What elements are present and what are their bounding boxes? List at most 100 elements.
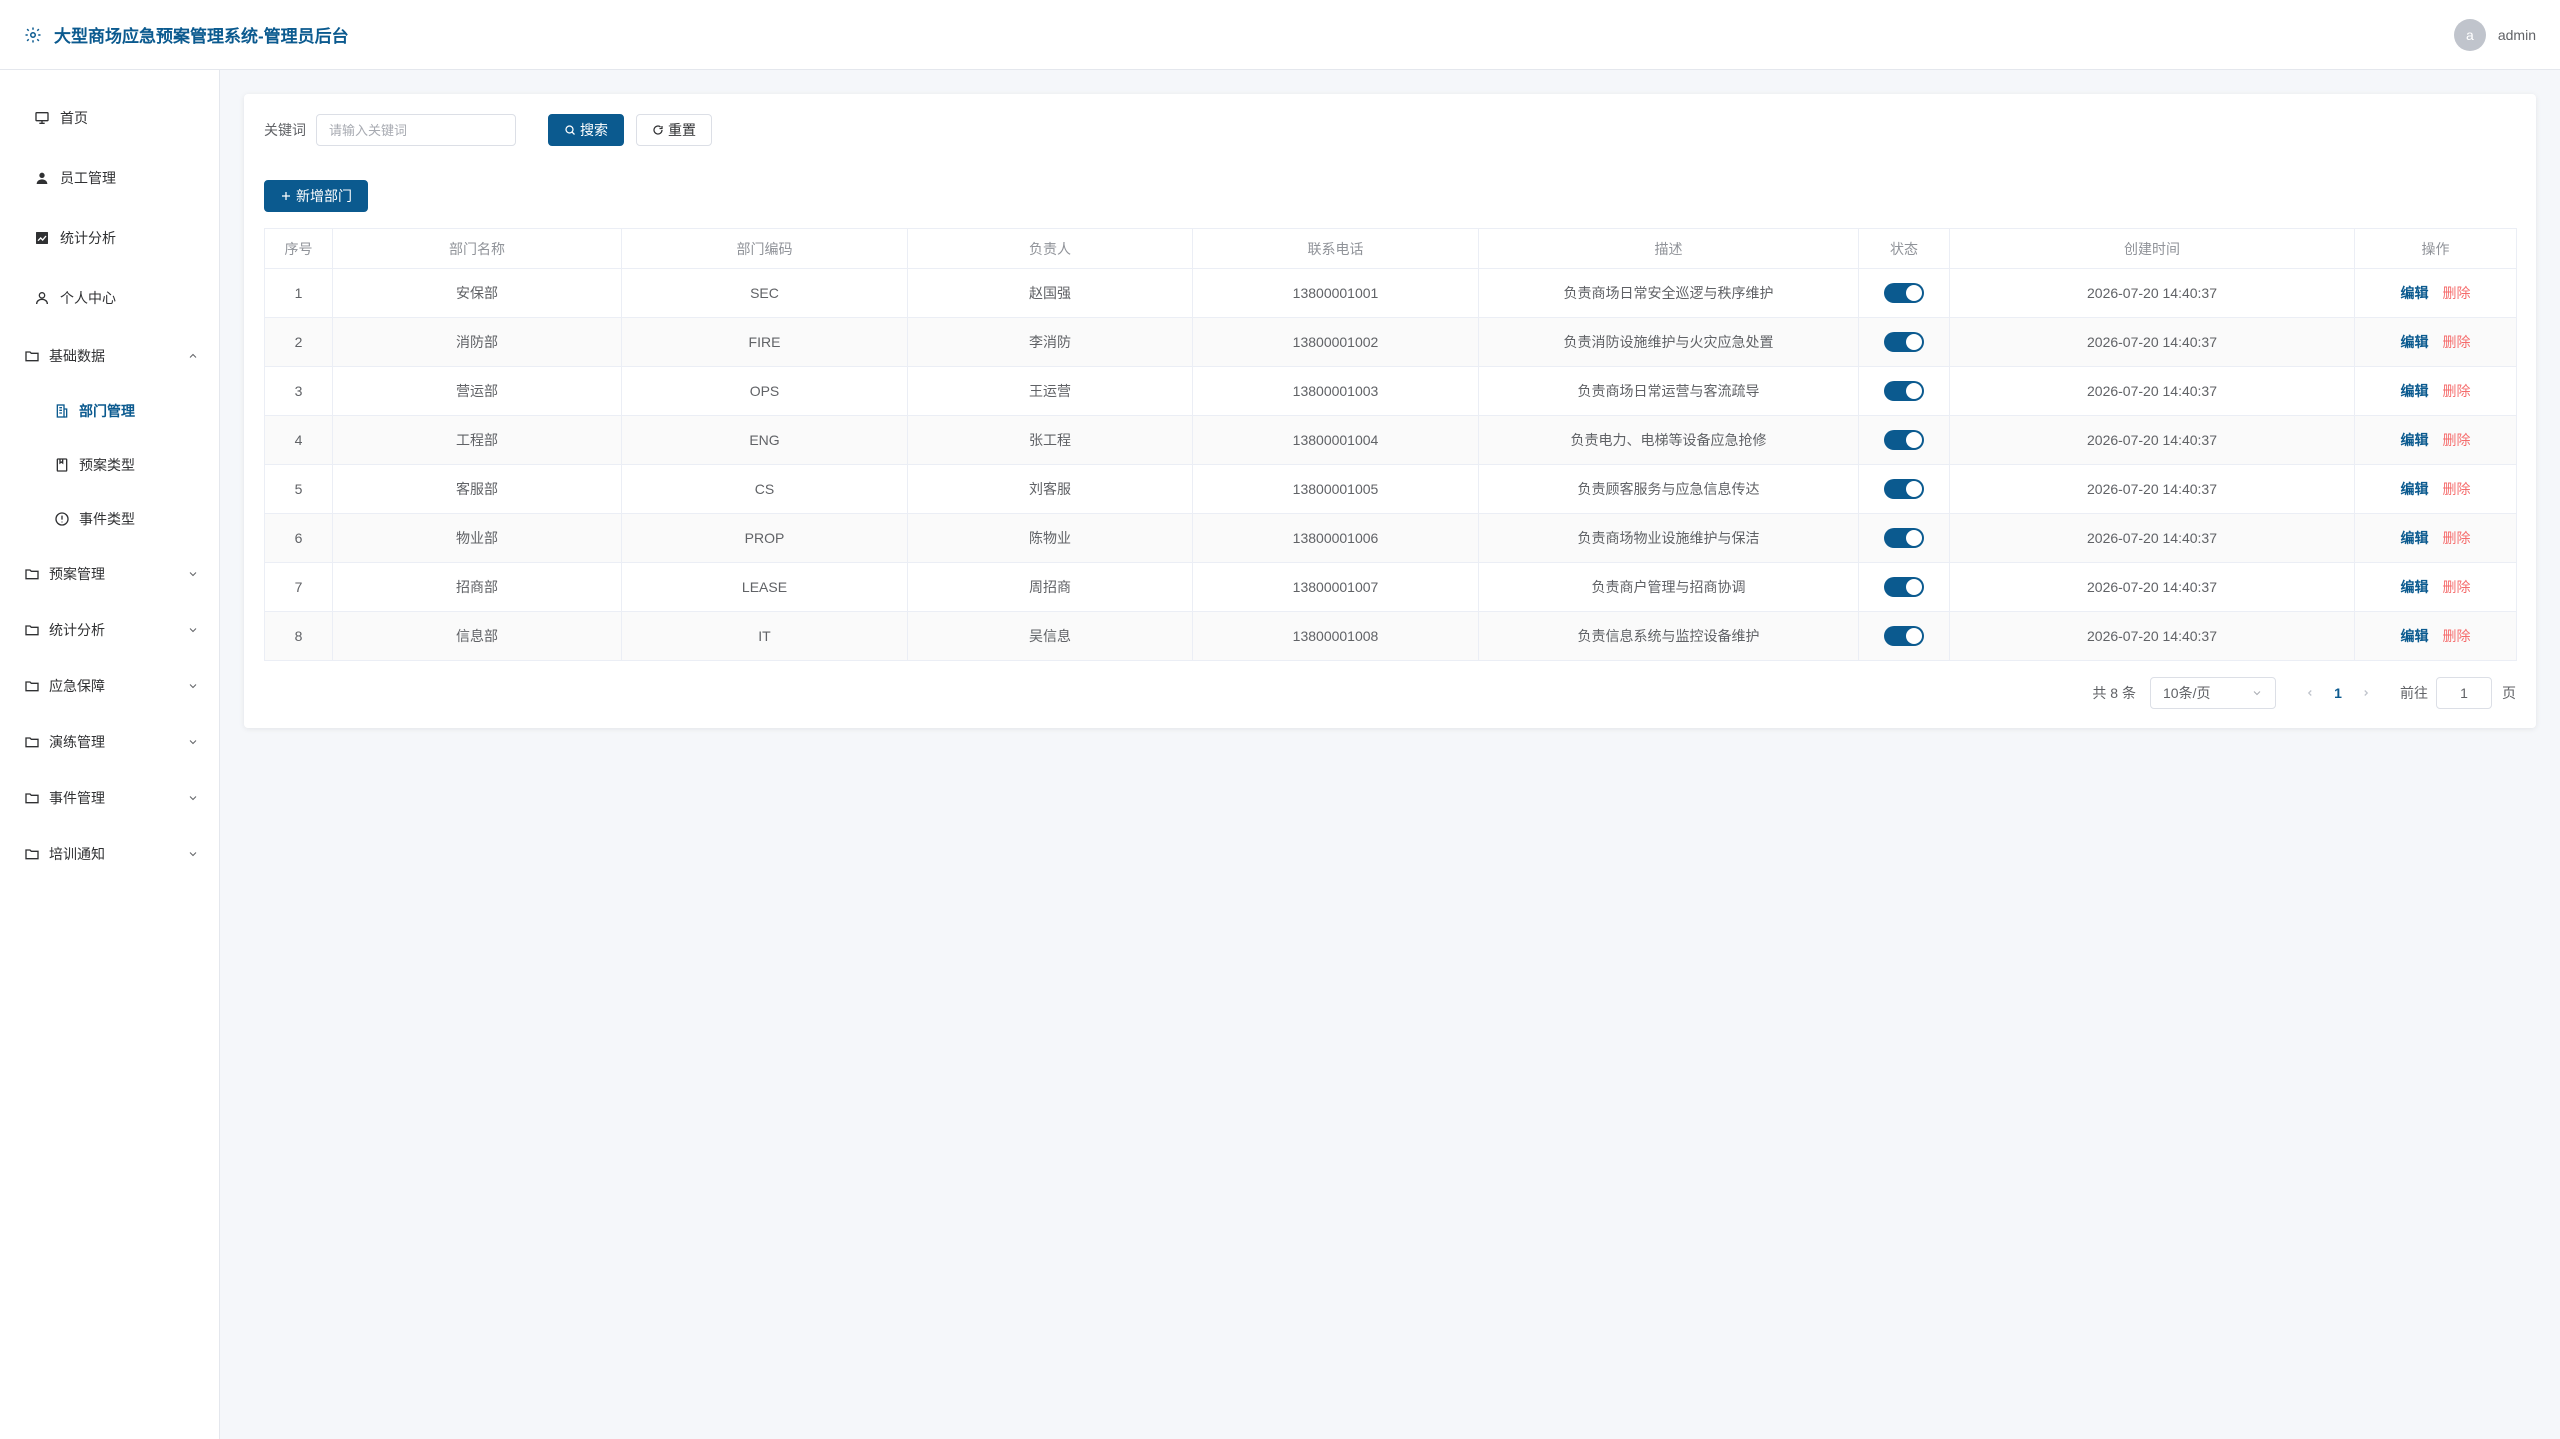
goto-page-input[interactable] bbox=[2436, 677, 2492, 709]
delete-button[interactable]: 删除 bbox=[2443, 285, 2471, 301]
cell-name: 招商部 bbox=[332, 562, 622, 612]
search-button-label: 搜索 bbox=[580, 122, 608, 138]
sidebar-group-event-management[interactable]: 事件管理 bbox=[0, 770, 219, 826]
cell-index: 4 bbox=[264, 415, 333, 465]
cell-actions: 编辑 删除 bbox=[2354, 513, 2517, 563]
sidebar-item-home[interactable]: 首页 bbox=[0, 88, 219, 148]
sidebar-group-training-notice[interactable]: 培训通知 bbox=[0, 826, 219, 882]
column-header: 操作 bbox=[2354, 228, 2517, 269]
sidebar-item-profile[interactable]: 个人中心 bbox=[0, 268, 219, 328]
edit-button[interactable]: 编辑 bbox=[2401, 628, 2429, 644]
next-page-button[interactable] bbox=[2354, 681, 2378, 705]
delete-button[interactable]: 删除 bbox=[2443, 481, 2471, 497]
chevron-down-icon bbox=[187, 568, 199, 580]
avatar[interactable]: a bbox=[2453, 18, 2486, 51]
keyword-input[interactable] bbox=[316, 114, 516, 146]
chevron-down-icon bbox=[187, 624, 199, 636]
table-row: 3 营运部 OPS 王运营 13800001003 负责商场日常运营与客流疏导 … bbox=[264, 366, 2517, 416]
cell-name: 消防部 bbox=[332, 317, 622, 367]
cell-index: 2 bbox=[264, 317, 333, 367]
sidebar-group-label: 演练管理 bbox=[49, 734, 105, 750]
edit-button[interactable]: 编辑 bbox=[2401, 334, 2429, 350]
chevron-down-icon bbox=[2251, 687, 2263, 699]
edit-button[interactable]: 编辑 bbox=[2401, 383, 2429, 399]
cell-phone: 13800001007 bbox=[1192, 562, 1479, 612]
cell-phone: 13800001005 bbox=[1192, 464, 1479, 514]
sidebar-group-basic-data[interactable]: 基础数据 bbox=[0, 328, 219, 384]
page-size-select[interactable]: 10条/页 bbox=[2150, 677, 2276, 709]
cell-leader: 周招商 bbox=[907, 562, 1193, 612]
user-menu[interactable]: a admin bbox=[2453, 18, 2536, 51]
add-department-button[interactable]: 新增部门 bbox=[264, 180, 368, 212]
delete-button[interactable]: 删除 bbox=[2443, 383, 2471, 399]
column-header: 部门名称 bbox=[332, 228, 622, 269]
sidebar-item-plan-type[interactable]: 预案类型 bbox=[0, 438, 219, 492]
cell-name: 营运部 bbox=[332, 366, 622, 416]
prev-page-button[interactable] bbox=[2298, 681, 2322, 705]
status-switch[interactable] bbox=[1884, 283, 1924, 303]
edit-button[interactable]: 编辑 bbox=[2401, 579, 2429, 595]
reset-button[interactable]: 重置 bbox=[636, 114, 712, 146]
cell-created: 2026-07-20 14:40:37 bbox=[1949, 268, 2355, 318]
cell-index: 8 bbox=[264, 611, 333, 661]
cell-status bbox=[1858, 268, 1950, 318]
edit-button[interactable]: 编辑 bbox=[2401, 285, 2429, 301]
sidebar-group-statistics[interactable]: 统计分析 bbox=[0, 602, 219, 658]
status-switch[interactable] bbox=[1884, 381, 1924, 401]
column-header: 联系电话 bbox=[1192, 228, 1479, 269]
table-row: 4 工程部 ENG 张工程 13800001004 负责电力、电梯等设备应急抢修… bbox=[264, 415, 2517, 465]
sidebar-group-plan-management[interactable]: 预案管理 bbox=[0, 546, 219, 602]
status-switch[interactable] bbox=[1884, 626, 1924, 646]
monitor-icon bbox=[34, 110, 50, 126]
cell-description: 负责电力、电梯等设备应急抢修 bbox=[1478, 415, 1859, 465]
delete-button[interactable]: 删除 bbox=[2443, 530, 2471, 546]
cell-code: PROP bbox=[621, 513, 908, 563]
cell-phone: 13800001003 bbox=[1192, 366, 1479, 416]
sidebar-group-label: 事件管理 bbox=[49, 790, 105, 806]
username[interactable]: admin bbox=[2498, 27, 2536, 43]
page-number[interactable]: 1 bbox=[2322, 685, 2354, 701]
sidebar-item-employees[interactable]: 员工管理 bbox=[0, 148, 219, 208]
cell-leader: 张工程 bbox=[907, 415, 1193, 465]
chevron-left-icon bbox=[2305, 688, 2315, 698]
table-row: 2 消防部 FIRE 李消防 13800001002 负责消防设施维护与火灾应急… bbox=[264, 317, 2517, 367]
sidebar-group-drill-management[interactable]: 演练管理 bbox=[0, 714, 219, 770]
sidebar-group-label: 基础数据 bbox=[49, 348, 105, 364]
edit-button[interactable]: 编辑 bbox=[2401, 530, 2429, 546]
pagination-total: 共 8 条 bbox=[2092, 685, 2136, 701]
cell-description: 负责消防设施维护与火灾应急处置 bbox=[1478, 317, 1859, 367]
sidebar-item-label: 首页 bbox=[60, 110, 88, 126]
status-switch[interactable] bbox=[1884, 528, 1924, 548]
cell-actions: 编辑 删除 bbox=[2354, 268, 2517, 318]
sidebar-item-label: 部门管理 bbox=[79, 403, 135, 419]
status-switch[interactable] bbox=[1884, 479, 1924, 499]
cell-index: 7 bbox=[264, 562, 333, 612]
delete-button[interactable]: 删除 bbox=[2443, 432, 2471, 448]
cell-phone: 13800001006 bbox=[1192, 513, 1479, 563]
delete-button[interactable]: 删除 bbox=[2443, 334, 2471, 350]
search-button[interactable]: 搜索 bbox=[548, 114, 624, 146]
office-building-icon bbox=[54, 403, 70, 419]
cell-name: 安保部 bbox=[332, 268, 622, 318]
status-switch[interactable] bbox=[1884, 577, 1924, 597]
edit-button[interactable]: 编辑 bbox=[2401, 432, 2429, 448]
sidebar-item-label: 个人中心 bbox=[60, 290, 116, 306]
cell-created: 2026-07-20 14:40:37 bbox=[1949, 415, 2355, 465]
sidebar-group-label: 预案管理 bbox=[49, 566, 105, 582]
cell-leader: 李消防 bbox=[907, 317, 1193, 367]
table-row: 6 物业部 PROP 陈物业 13800001006 负责商场物业设施维护与保洁… bbox=[264, 513, 2517, 563]
cell-status bbox=[1858, 366, 1950, 416]
sidebar-group-emergency-support[interactable]: 应急保障 bbox=[0, 658, 219, 714]
sidebar-item-department[interactable]: 部门管理 bbox=[0, 384, 219, 438]
sidebar-item-event-type[interactable]: 事件类型 bbox=[0, 492, 219, 546]
cell-name: 工程部 bbox=[332, 415, 622, 465]
delete-button[interactable]: 删除 bbox=[2443, 628, 2471, 644]
sidebar-item-statistics[interactable]: 统计分析 bbox=[0, 208, 219, 268]
plus-icon bbox=[280, 190, 292, 202]
status-switch[interactable] bbox=[1884, 332, 1924, 352]
status-switch[interactable] bbox=[1884, 430, 1924, 450]
cell-code: LEASE bbox=[621, 562, 908, 612]
folder-icon bbox=[24, 790, 40, 806]
edit-button[interactable]: 编辑 bbox=[2401, 481, 2429, 497]
delete-button[interactable]: 删除 bbox=[2443, 579, 2471, 595]
